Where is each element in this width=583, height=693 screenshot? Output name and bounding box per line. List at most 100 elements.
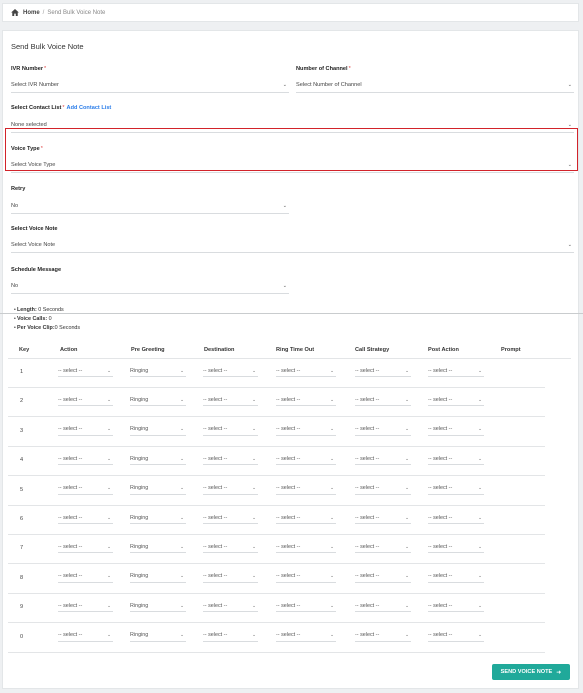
pre-select[interactable]: Ringing ⌄ (130, 394, 186, 407)
dest-select[interactable]: -- select -- ⌄ (203, 512, 258, 524)
post-select[interactable]: -- select -- ⌄ (428, 365, 484, 377)
post-select-value: -- select -- (428, 632, 453, 639)
strategy-select[interactable]: -- select -- ⌄ (355, 630, 411, 642)
action-select[interactable]: -- select -- ⌄ (58, 630, 113, 642)
ring-select-value: -- select -- (276, 396, 301, 403)
add-contact-list-link[interactable]: Add Contact List (67, 105, 112, 111)
key-cell: 2 (20, 398, 24, 405)
table-header-divider (8, 358, 571, 359)
chevron-down-icon: ⌄ (107, 514, 111, 520)
dest-select[interactable]: -- select -- ⌄ (203, 394, 258, 407)
retry-select[interactable]: No ⌄ (11, 199, 289, 214)
bullet-icon: • (14, 316, 16, 322)
strategy-select-value: -- select -- (355, 543, 380, 550)
action-select[interactable]: -- select -- ⌄ (58, 512, 113, 524)
dest-select[interactable]: -- select -- ⌄ (203, 541, 258, 554)
strategy-select[interactable]: -- select -- ⌄ (355, 571, 411, 583)
chevron-down-icon: ⌄ (405, 485, 409, 491)
dest-select[interactable]: -- select -- ⌄ (203, 453, 258, 466)
post-select-value: -- select -- (428, 543, 453, 550)
key-cell: 4 (20, 457, 24, 464)
dest-select[interactable]: -- select -- ⌄ (203, 630, 258, 642)
action-select[interactable]: -- select -- ⌄ (58, 541, 113, 554)
key-cell: 0 (20, 633, 24, 640)
form-card: Send Bulk Voice Note IVR Number* Select … (2, 30, 579, 689)
strategy-select[interactable]: -- select -- ⌄ (355, 365, 411, 377)
dest-select[interactable]: -- select -- ⌄ (203, 483, 258, 495)
action-select[interactable]: -- select -- ⌄ (58, 394, 113, 407)
strategy-select[interactable]: -- select -- ⌄ (355, 424, 411, 436)
breadcrumb-home-link[interactable]: Home (23, 10, 40, 16)
strategy-select[interactable]: -- select -- ⌄ (355, 453, 411, 466)
action-select[interactable]: -- select -- ⌄ (58, 424, 113, 436)
dest-select[interactable]: -- select -- ⌄ (203, 600, 258, 613)
strategy-select[interactable]: -- select -- ⌄ (355, 512, 411, 524)
strategy-select[interactable]: -- select -- ⌄ (355, 483, 411, 495)
dest-select[interactable]: -- select -- ⌄ (203, 424, 258, 436)
chevron-down-icon: ⌄ (252, 426, 256, 432)
channels-select[interactable]: Select Number of Channel ⌄ (296, 78, 574, 93)
voice-note-value: Select Voice Note (11, 242, 56, 248)
voice-type-select[interactable]: Select Voice Type ⌄ (11, 158, 574, 173)
pre-select[interactable]: Ringing ⌄ (130, 600, 186, 613)
post-select[interactable]: -- select -- ⌄ (428, 483, 484, 495)
post-select[interactable]: -- select -- ⌄ (428, 424, 484, 436)
post-select[interactable]: -- select -- ⌄ (428, 512, 484, 524)
chevron-down-icon: ⌄ (180, 396, 184, 402)
home-icon[interactable] (11, 9, 19, 16)
strategy-select-value: -- select -- (355, 632, 380, 639)
divider (0, 313, 583, 314)
post-select[interactable]: -- select -- ⌄ (428, 394, 484, 407)
pre-select[interactable]: Ringing ⌄ (130, 512, 186, 524)
pre-select[interactable]: Ringing ⌄ (130, 630, 186, 642)
action-select[interactable]: -- select -- ⌄ (58, 600, 113, 613)
schedule-select[interactable]: No ⌄ (11, 279, 289, 294)
chevron-down-icon: ⌄ (405, 632, 409, 638)
pre-select[interactable]: Ringing ⌄ (130, 365, 186, 377)
pre-select[interactable]: Ringing ⌄ (130, 483, 186, 495)
ivr-number-select[interactable]: Select IVR Number ⌄ (11, 78, 289, 93)
ring-select[interactable]: -- select -- ⌄ (276, 394, 336, 407)
ring-select[interactable]: -- select -- ⌄ (276, 600, 336, 613)
ring-select[interactable]: -- select -- ⌄ (276, 424, 336, 436)
post-select[interactable]: -- select -- ⌄ (428, 600, 484, 613)
action-select[interactable]: -- select -- ⌄ (58, 571, 113, 583)
th-destination: Destination (204, 347, 235, 353)
action-select[interactable]: -- select -- ⌄ (58, 365, 113, 377)
dest-select[interactable]: -- select -- ⌄ (203, 365, 258, 377)
pre-select[interactable]: Ringing ⌄ (130, 424, 186, 436)
pre-select[interactable]: Ringing ⌄ (130, 453, 186, 466)
ring-select[interactable]: -- select -- ⌄ (276, 365, 336, 377)
retry-label: Retry (11, 186, 26, 192)
pre-select[interactable]: Ringing ⌄ (130, 571, 186, 583)
post-select[interactable]: -- select -- ⌄ (428, 571, 484, 583)
ring-select[interactable]: -- select -- ⌄ (276, 541, 336, 554)
dest-select[interactable]: -- select -- ⌄ (203, 571, 258, 583)
ring-select[interactable]: -- select -- ⌄ (276, 630, 336, 642)
action-select-value: -- select -- (58, 396, 83, 403)
post-select[interactable]: -- select -- ⌄ (428, 453, 484, 466)
pre-select[interactable]: Ringing ⌄ (130, 541, 186, 554)
chevron-down-icon: ⌄ (478, 543, 482, 549)
strategy-select[interactable]: -- select -- ⌄ (355, 394, 411, 407)
contact-list-label: Select Contact List* Add Contact List (11, 105, 112, 111)
chevron-down-icon: ⌄ (478, 514, 482, 520)
send-voice-note-button[interactable]: SEND VOICE NOTE ➜ (492, 664, 570, 680)
voice-note-select[interactable]: Select Voice Note ⌄ (11, 238, 574, 253)
chevron-down-icon: ⌄ (107, 396, 111, 402)
key-cell: 6 (20, 516, 24, 522)
action-select[interactable]: -- select -- ⌄ (58, 483, 113, 495)
post-select[interactable]: -- select -- ⌄ (428, 630, 484, 642)
ring-select[interactable]: -- select -- ⌄ (276, 453, 336, 466)
chevron-down-icon: ⌄ (330, 426, 334, 432)
contact-list-select[interactable]: None selected ⌄ (11, 118, 574, 133)
ring-select-value: -- select -- (276, 573, 301, 580)
chevron-down-icon: ⌄ (405, 602, 409, 608)
strategy-select[interactable]: -- select -- ⌄ (355, 541, 411, 554)
ring-select[interactable]: -- select -- ⌄ (276, 483, 336, 495)
strategy-select[interactable]: -- select -- ⌄ (355, 600, 411, 613)
ring-select[interactable]: -- select -- ⌄ (276, 512, 336, 524)
ring-select[interactable]: -- select -- ⌄ (276, 571, 336, 583)
post-select[interactable]: -- select -- ⌄ (428, 541, 484, 554)
action-select[interactable]: -- select -- ⌄ (58, 453, 113, 466)
